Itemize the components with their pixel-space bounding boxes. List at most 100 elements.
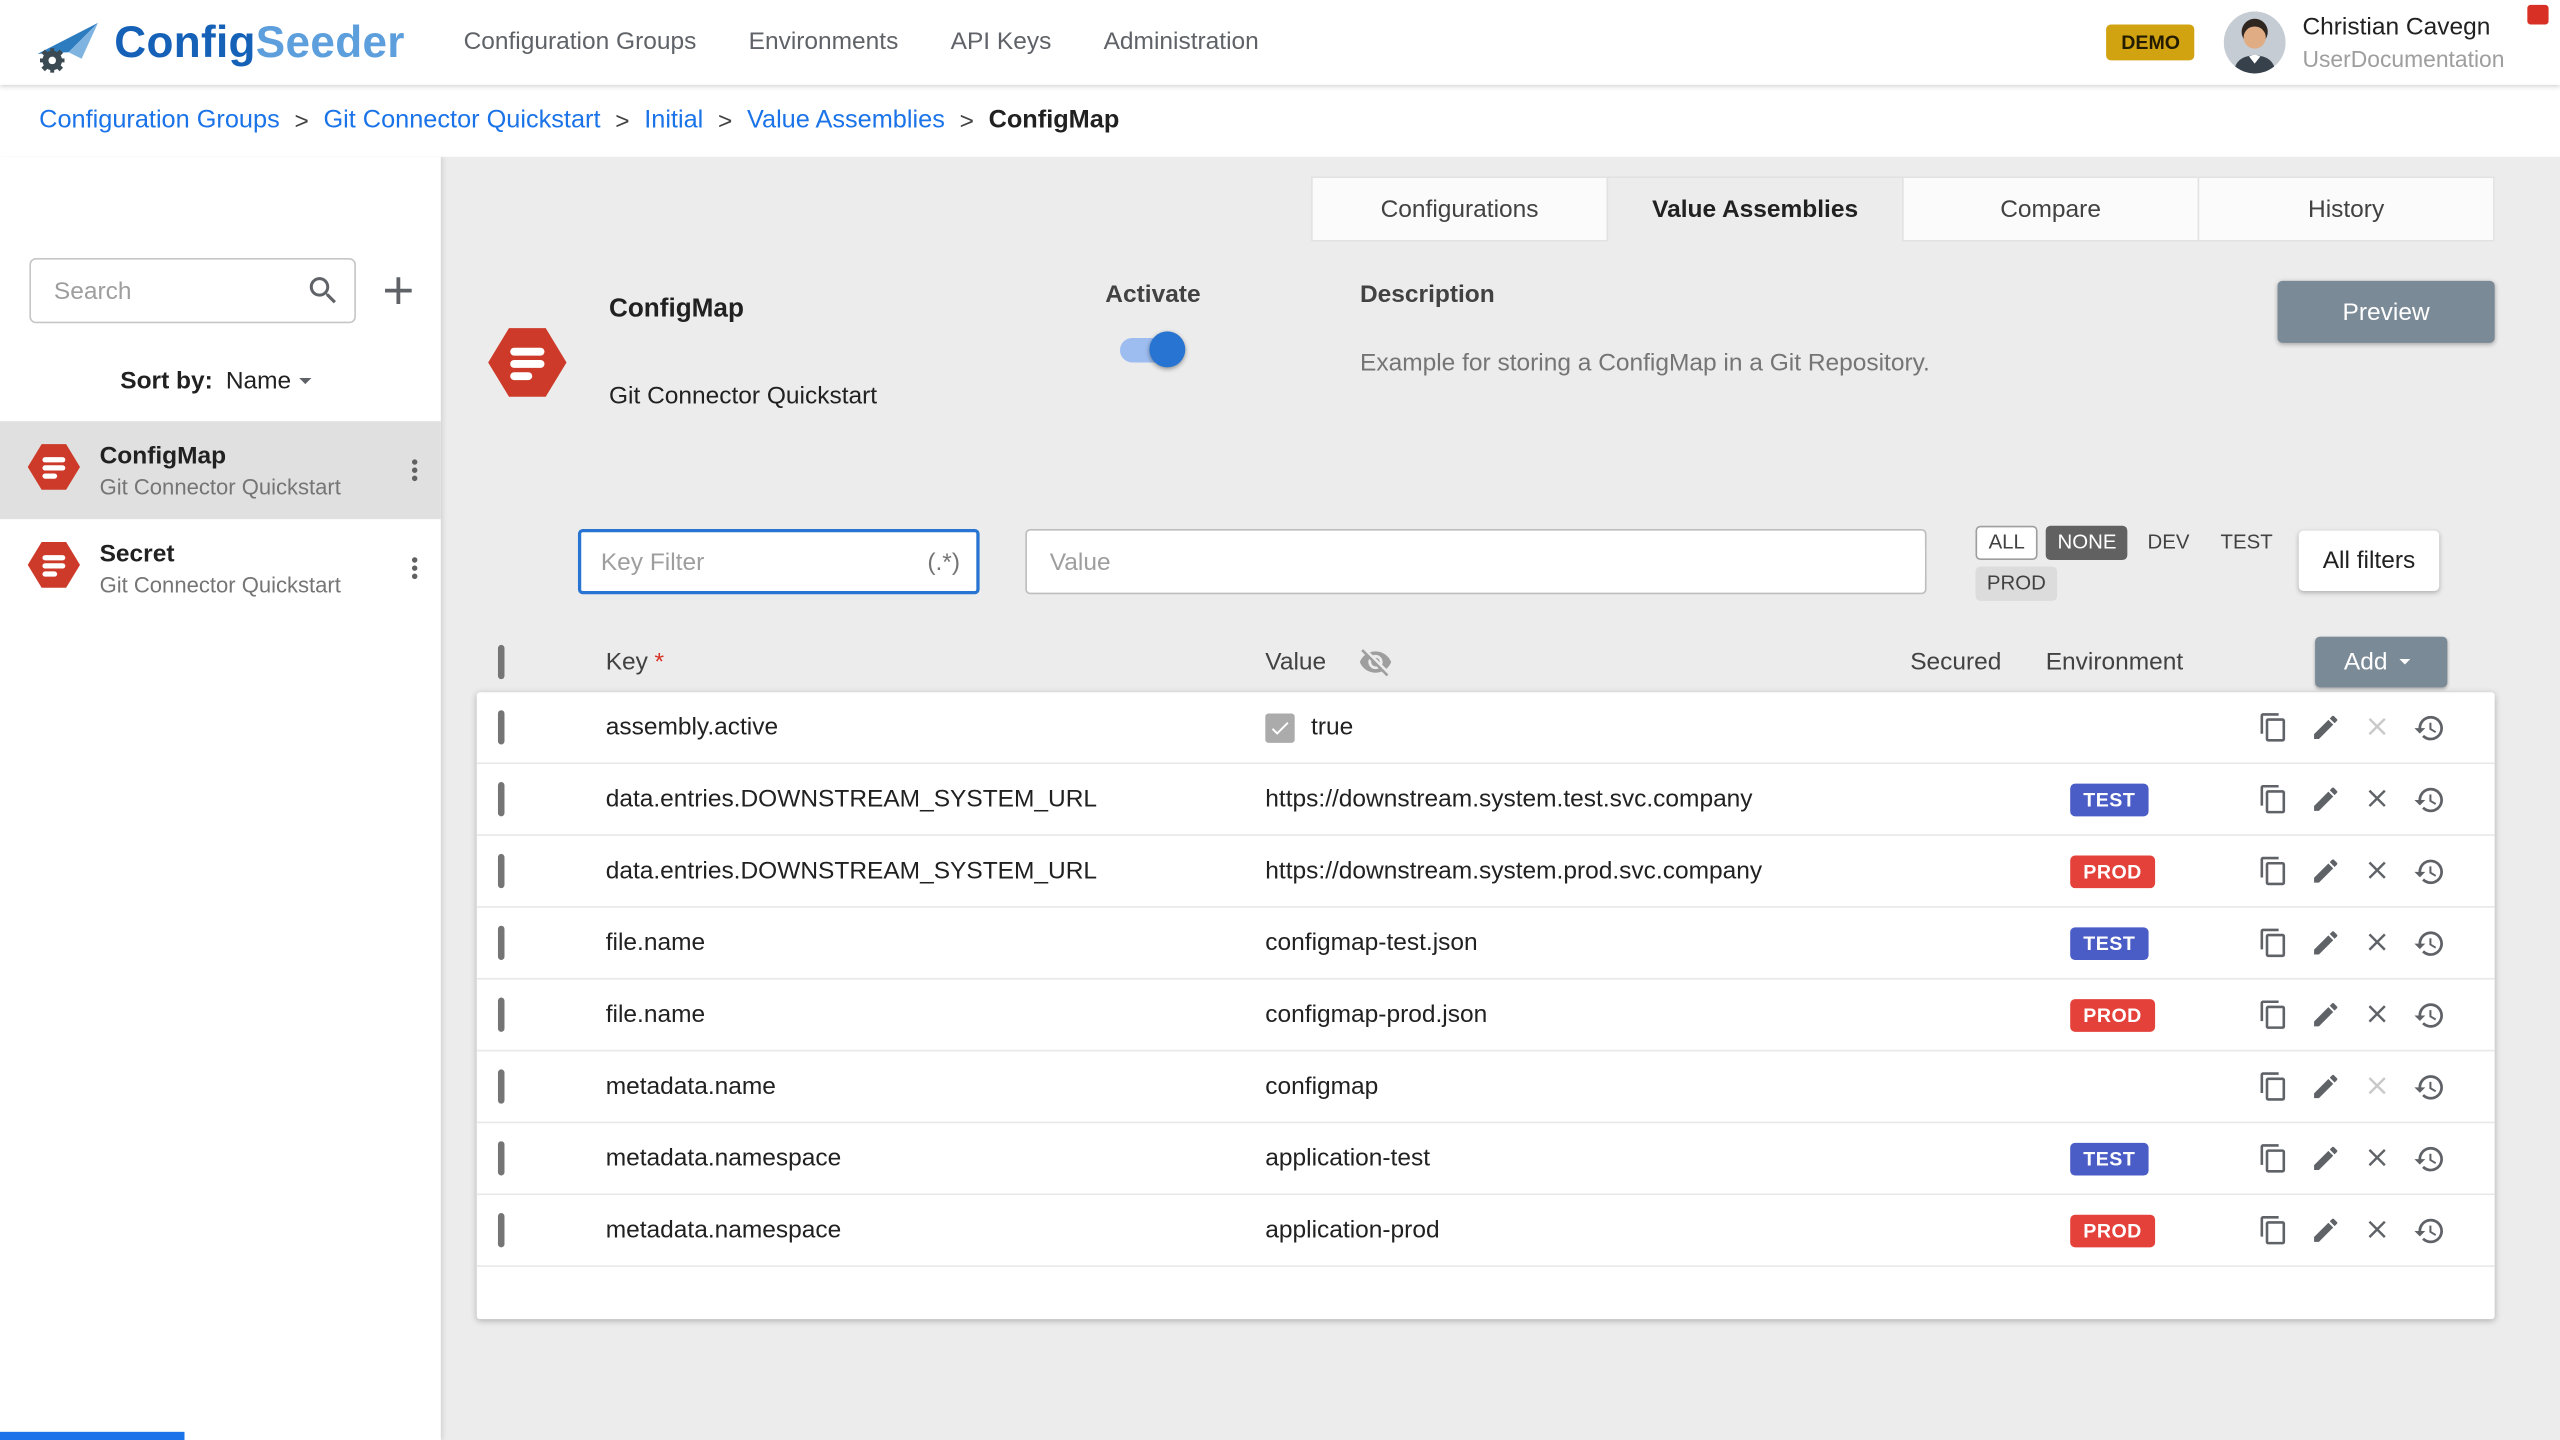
item-group: Git Connector Quickstart — [100, 474, 341, 498]
avatar[interactable] — [2224, 11, 2286, 73]
delete-icon[interactable] — [2351, 998, 2403, 1031]
env-chip[interactable]: PROD — [1976, 567, 2058, 601]
edit-icon[interactable] — [2299, 927, 2351, 960]
nav-item[interactable]: Administration — [1077, 0, 1284, 85]
env-chip[interactable]: TEST — [2209, 526, 2284, 560]
table-row: file.name configmap-prod.json PROD — [477, 980, 2495, 1052]
delete-icon[interactable] — [2351, 1070, 2403, 1103]
row-checkbox[interactable] — [498, 998, 505, 1032]
nav-item[interactable]: Configuration Groups — [437, 0, 722, 85]
page-loading-bar — [0, 1432, 184, 1440]
row-key: data.entries.DOWNSTREAM_SYSTEM_URL — [606, 857, 1266, 885]
edit-icon[interactable] — [2299, 1214, 2351, 1247]
row-environment-cell: PROD — [2070, 1214, 2246, 1247]
eye-off-icon[interactable] — [1359, 644, 1393, 678]
breadcrumb-link[interactable]: Initial — [644, 106, 703, 135]
key-filter-input[interactable] — [598, 546, 928, 577]
history-icon[interactable] — [2403, 783, 2455, 816]
more-options-icon[interactable] — [398, 454, 431, 487]
content-area: Configurations Value Assemblies Compare … — [441, 157, 2560, 1440]
history-icon[interactable] — [2403, 1142, 2455, 1175]
more-options-icon[interactable] — [398, 552, 431, 585]
breadcrumb-link[interactable]: Git Connector Quickstart — [323, 106, 600, 135]
row-environment-cell: TEST — [2070, 1142, 2246, 1175]
edit-icon[interactable] — [2299, 855, 2351, 888]
copy-icon[interactable] — [2247, 711, 2299, 744]
preview-button[interactable]: Preview — [2278, 281, 2495, 343]
column-value: Value — [1265, 647, 1326, 675]
copy-icon[interactable] — [2247, 783, 2299, 816]
breadcrumb: Configuration Groups > Git Connector Qui… — [0, 85, 2560, 157]
add-config-button[interactable] — [376, 268, 422, 314]
nav-item[interactable]: API Keys — [924, 0, 1077, 85]
edit-icon[interactable] — [2299, 1070, 2351, 1103]
tab[interactable]: Configurations — [1311, 176, 1608, 241]
delete-icon[interactable] — [2351, 711, 2403, 744]
nav-item[interactable]: Environments — [722, 0, 924, 85]
delete-icon[interactable] — [2351, 927, 2403, 960]
sort-dropdown[interactable]: Name — [226, 366, 321, 395]
row-checkbox[interactable] — [498, 1213, 505, 1247]
tab-label: Value Assemblies — [1652, 195, 1858, 223]
add-button[interactable]: Add — [2315, 636, 2447, 687]
delete-icon[interactable] — [2351, 783, 2403, 816]
key-filter-box: (.*) — [578, 529, 980, 594]
copy-icon[interactable] — [2247, 927, 2299, 960]
copy-icon[interactable] — [2247, 1214, 2299, 1247]
copy-icon[interactable] — [2247, 855, 2299, 888]
notification-dot — [2527, 5, 2548, 25]
row-checkbox[interactable] — [498, 1069, 505, 1103]
delete-icon[interactable] — [2351, 1142, 2403, 1175]
sort-label: Sort by: — [120, 367, 213, 395]
edit-icon[interactable] — [2299, 783, 2351, 816]
row-checkbox[interactable] — [498, 854, 505, 888]
copy-icon[interactable] — [2247, 998, 2299, 1031]
env-chip[interactable]: NONE — [2046, 526, 2128, 560]
env-chip[interactable]: ALL — [1976, 526, 2038, 560]
row-value-cell: configmap — [1265, 1073, 2070, 1101]
env-chip[interactable]: DEV — [2136, 526, 2201, 560]
breadcrumb-link[interactable]: Value Assemblies — [747, 106, 945, 135]
row-checkbox[interactable] — [498, 782, 505, 816]
history-icon[interactable] — [2403, 711, 2455, 744]
row-key: metadata.name — [606, 1073, 1266, 1101]
row-actions — [2247, 711, 2456, 744]
breadcrumb-current: ConfigMap — [989, 106, 1120, 135]
search-input[interactable] — [51, 275, 306, 306]
breadcrumb-separator: > — [960, 107, 974, 135]
search-icon[interactable] — [305, 273, 341, 309]
sidebar-item[interactable]: Secret Git Connector Quickstart — [0, 519, 441, 617]
edit-icon[interactable] — [2299, 998, 2351, 1031]
tab[interactable]: History — [2198, 176, 2495, 241]
history-icon[interactable] — [2403, 998, 2455, 1031]
sidebar-item[interactable]: ConfigMap Git Connector Quickstart — [0, 421, 441, 519]
value-checkbox[interactable] — [1265, 713, 1294, 742]
delete-icon[interactable] — [2351, 855, 2403, 888]
delete-icon[interactable] — [2351, 1214, 2403, 1247]
history-icon[interactable] — [2403, 1070, 2455, 1103]
history-icon[interactable] — [2403, 1214, 2455, 1247]
sidebar: Sort by: Name — [0, 157, 441, 1440]
breadcrumb-link[interactable]: Configuration Groups — [39, 106, 280, 135]
copy-icon[interactable] — [2247, 1070, 2299, 1103]
value-filter-input[interactable] — [1047, 546, 1925, 577]
history-icon[interactable] — [2403, 855, 2455, 888]
row-checkbox[interactable] — [498, 926, 505, 960]
edit-icon[interactable] — [2299, 1142, 2351, 1175]
edit-icon[interactable] — [2299, 711, 2351, 744]
select-all-checkbox[interactable] — [498, 644, 505, 678]
copy-icon[interactable] — [2247, 1142, 2299, 1175]
all-filters-button[interactable]: All filters — [2299, 531, 2439, 591]
row-value-cell: configmap-prod.json — [1265, 1001, 2070, 1029]
user-menu[interactable]: Christian Cavegn UserDocumentation — [2302, 12, 2504, 74]
brand-logo[interactable]: ConfigSeeder — [33, 10, 405, 75]
row-checkbox[interactable] — [498, 1141, 505, 1175]
tab[interactable]: Compare — [1902, 176, 2199, 241]
tab[interactable]: Value Assemblies — [1607, 176, 1904, 241]
sort-row: Sort by: Name — [0, 366, 441, 395]
activate-toggle[interactable] — [1120, 338, 1182, 362]
row-key: file.name — [606, 929, 1266, 957]
row-checkbox[interactable] — [498, 710, 505, 744]
table-row: data.entries.DOWNSTREAM_SYSTEM_URL https… — [477, 764, 2495, 836]
history-icon[interactable] — [2403, 927, 2455, 960]
